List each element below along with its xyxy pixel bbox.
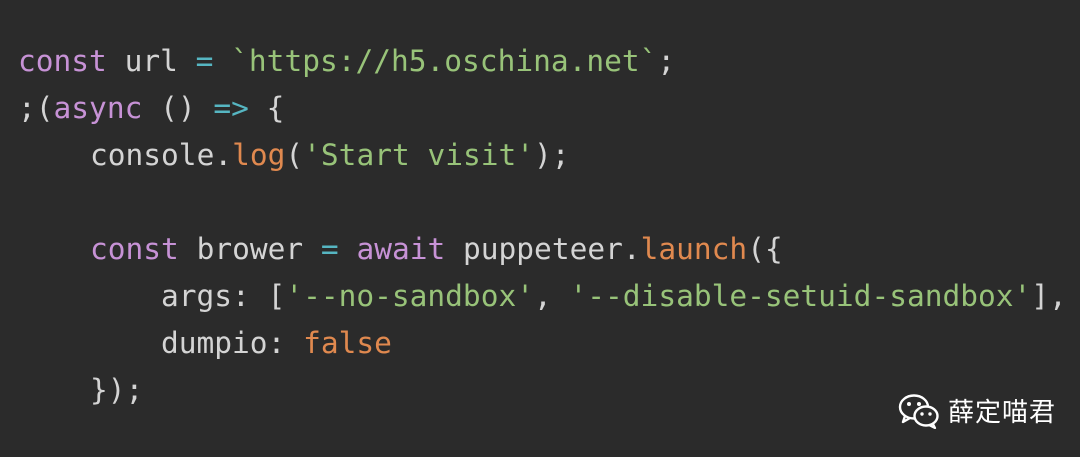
code-line-7: dumpio: false [18, 320, 1080, 367]
code-line-2: ;(async () => { [18, 85, 1080, 132]
code-token: `https://h5.oschina.net` [231, 44, 658, 78]
code-token: url [106, 44, 196, 78]
code-token: = [195, 44, 214, 78]
code-token: puppeteer. [445, 232, 641, 266]
code-token: => [213, 91, 249, 125]
code-token: ], [1031, 279, 1067, 313]
code-token: const [90, 232, 179, 266]
code-token: = [320, 232, 339, 266]
code-token: dumpio: [161, 326, 304, 360]
code-token: '--no-sandbox' [285, 279, 534, 313]
watermark: 薛定喵君 [898, 392, 1056, 429]
code-token: async [53, 91, 143, 125]
code-token: args: [ [161, 279, 286, 313]
code-line-1: const url = `https://h5.oschina.net`; [18, 38, 1080, 85]
code-token: false [303, 326, 392, 360]
code-token: log [232, 138, 286, 172]
code-token: ); [534, 138, 570, 172]
code-token: , [533, 279, 570, 313]
code-token: { [248, 91, 285, 125]
code-token: await [356, 232, 446, 266]
code-token: ( [285, 138, 304, 172]
wechat-icon [898, 393, 939, 429]
code-token: launch [640, 232, 748, 266]
code-editor: const url = `https://h5.oschina.net`; ;(… [0, 0, 1080, 457]
code-line-5: const brower = await puppeteer.launch({ [18, 226, 1080, 273]
code-token: const [18, 44, 107, 78]
code-token: ;( [18, 91, 54, 125]
code-token: '--disable-setuid-sandbox' [569, 279, 1032, 313]
code-token: }); [90, 373, 144, 407]
code-token: () [142, 91, 214, 125]
code-token: ({ [747, 232, 783, 266]
code-token: console. [90, 138, 233, 172]
code-line-3: console.log('Start visit'); [18, 132, 1080, 179]
code-token: ; [657, 44, 676, 78]
watermark-text: 薛定喵君 [947, 398, 1056, 428]
code-token: 'Start visit' [303, 138, 535, 172]
code-token: brower [178, 232, 321, 266]
code-line-6: args: ['--no-sandbox', '--disable-setuid… [18, 273, 1080, 320]
